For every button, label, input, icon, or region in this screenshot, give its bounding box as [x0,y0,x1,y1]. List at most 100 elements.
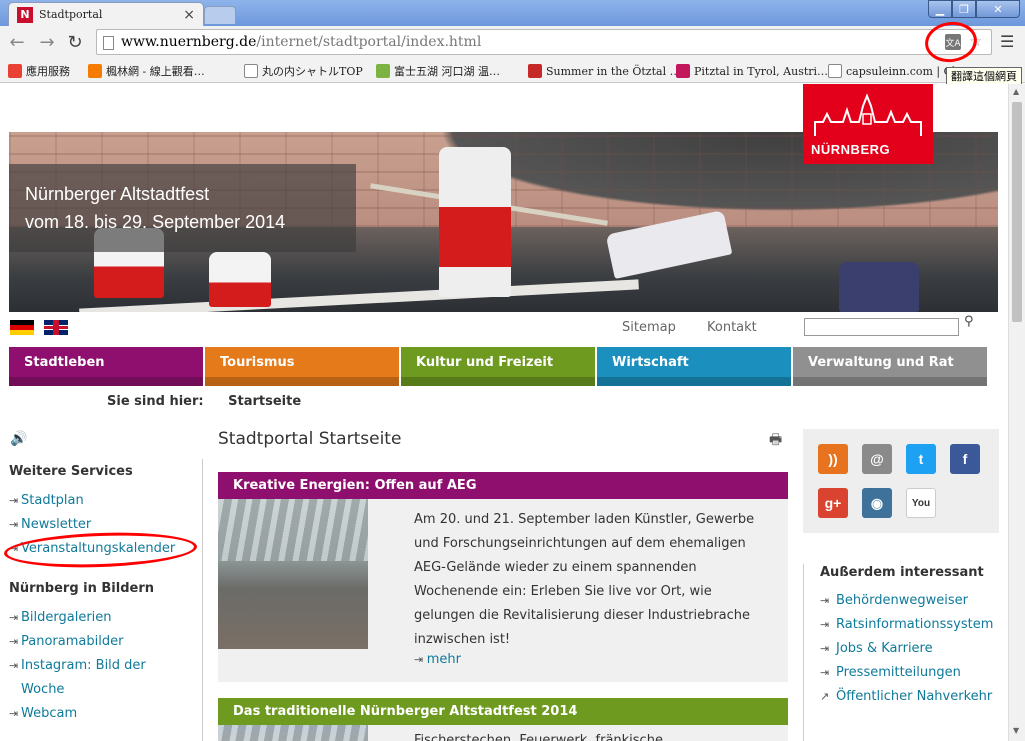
facebook-icon[interactable]: f [950,444,980,474]
bookmark-item[interactable]: Summer in the Ötztal … [528,62,681,80]
scrollbar-thumb[interactable] [1012,102,1022,322]
window-close-button[interactable]: ✕ [976,0,1020,18]
new-tab-button[interactable] [204,6,236,24]
nav-stadtleben[interactable]: Stadtleben [9,347,203,386]
sitemap-link[interactable]: Sitemap [622,320,676,335]
page-viewport: Nürnberger Altstadtfest vom 18. bis 29. … [0,84,1008,741]
uk-flag-icon[interactable] [44,320,68,335]
youtube-icon[interactable]: You [906,488,936,518]
nav-label: Wirtschaft [612,355,689,370]
bookmark-item[interactable]: Pitztal in Tyrol, Austri… [676,62,828,80]
link-bildergalerien[interactable]: ⇥ Bildergalerien [9,606,112,630]
search-icon[interactable]: ⚲ [964,314,974,329]
url-text[interactable]: www.nuernberg.de/internet/stadtportal/in… [121,34,481,50]
newsletter-icon[interactable]: @ [862,444,892,474]
article-image[interactable] [218,725,368,741]
apps-grid-icon [8,64,22,78]
breadcrumb-current[interactable]: Startseite [228,394,301,409]
article-line: AEG-Gelände wieder zu einem spannenden [414,560,697,575]
speaker-icon[interactable]: 🔊 [10,431,27,447]
bookmark-item[interactable]: capsuleinn.com | Cl [828,62,956,80]
nav-kultur-und-freizeit[interactable]: Kultur und Freizeit [401,347,595,386]
rss-icon[interactable]: )) [818,444,848,474]
page-icon [103,36,114,50]
tab-close-icon[interactable]: × [183,7,195,23]
link-label: Webcam [21,706,78,721]
page-icon [828,64,842,78]
link-stadtplan[interactable]: ⇥ Stadtplan [9,489,84,513]
breadcrumb: Sie sind hier: Startseite [107,394,301,409]
link-behoerdenwegweiser[interactable]: ⇥ Behördenwegweiser [820,593,968,608]
bookmark-item[interactable]: 應用服務 [8,62,70,80]
hero-caption[interactable]: Nürnberger Altstadtfest vom 18. bis 29. … [9,164,356,252]
link-pressemitteilungen[interactable]: ⇥ Pressemitteilungen [820,665,961,680]
article-line: gelungen die Revitalisierung dieser Indu… [414,608,751,623]
reload-icon[interactable]: ↻ [64,31,86,53]
link-jobs-karriere[interactable]: ⇥ Jobs & Karriere [820,641,933,656]
link-arrow-icon: ⇥ [9,518,19,531]
nuernberg-logo[interactable]: NÜRNBERG [803,84,933,164]
nav-verwaltung-und-rat[interactable]: Verwaltung und Rat [793,347,987,386]
article-teaser: Am 20. und 21. September laden Künstler,… [414,508,774,667]
article-card: Kreative Energien: Offen auf AEG Am 20. … [218,472,788,682]
link-label: Bildergalerien [21,610,112,625]
bookmark-item[interactable]: 楓林網 - 線上觀看… [88,62,205,80]
link-label: Woche [21,682,65,697]
link-nahverkehr[interactable]: ↗ Öffentlicher Nahverkehr [820,689,992,704]
link-label: Instagram: Bild der [21,658,146,673]
vertical-scrollbar[interactable]: ▲ ▼ [1008,84,1025,741]
article-line: Wochenende ein: Erleben Sie live vor Ort… [414,584,712,599]
scroll-up-arrow-icon[interactable]: ▲ [1013,87,1019,96]
frog-icon [376,64,390,78]
link-arrow-icon: ⇥ [820,666,830,679]
link-label: Veranstaltungskalender [21,541,176,556]
address-bar[interactable]: www.nuernberg.de/internet/stadtportal/in… [96,29,992,55]
scroll-down-arrow-icon[interactable]: ▼ [1013,726,1019,735]
window-minimize-button[interactable]: ▁ [928,0,952,18]
article-title[interactable]: Das traditionelle Nürnberger Altstadtfes… [218,698,788,725]
more-link[interactable]: ⇥ mehr [414,652,774,667]
bookmarks-bar: 應用服務 楓林網 - 線上觀看… 丸の内シャトルTOP 富士五湖 河口湖 温… Summ… [0,58,1025,83]
bookmark-item[interactable]: 富士五湖 河口湖 温… [376,62,500,80]
link-instagram[interactable]: ⇥ Instagram: Bild der Woche [9,654,146,702]
bookmark-label: 應用服務 [26,65,70,78]
translate-icon[interactable]: 文A [945,34,961,50]
chrome-menu-icon[interactable]: ☰ [1000,32,1014,51]
nav-label: Tourismus [220,355,295,370]
link-panoramabilder[interactable]: ⇥ Panoramabilder [9,630,123,654]
link-arrow-icon: ⇥ [820,594,830,607]
link-ratsinformationssystem[interactable]: ⇥ Ratsinformationssystem [820,617,993,632]
article-line: und Forschungseinrichtungen auf dem ehem… [414,536,746,551]
hero-person [439,147,511,297]
right-heading: Außerdem interessant [820,565,984,580]
instagram-icon[interactable]: ◉ [862,488,892,518]
article-title[interactable]: Kreative Energien: Offen auf AEG [218,472,788,499]
nav-label: Stadtleben [24,355,105,370]
nav-tourismus[interactable]: Tourismus [205,347,399,386]
window-restore-button[interactable]: ❐ [952,0,976,18]
link-veranstaltungskalender[interactable]: ⇥ Veranstaltungskalender [9,537,175,561]
bookmark-star-icon[interactable]: ☆ [969,32,982,50]
bookmark-item[interactable]: 丸の内シャトルTOP [244,62,363,80]
back-arrow-icon[interactable]: ← [6,31,28,53]
logo-text: NÜRNBERG [811,142,891,157]
link-arrow-icon: ⇥ [9,635,19,648]
nav-wirtschaft[interactable]: Wirtschaft [597,347,791,386]
link-arrow-icon: ⇥ [820,618,830,631]
contact-link[interactable]: Kontakt [707,320,757,335]
bookmark-label: capsuleinn.com | Cl [846,64,956,78]
forward-arrow-icon[interactable]: → [36,31,58,53]
article-image[interactable] [218,499,368,649]
german-flag-icon[interactable] [10,320,34,335]
article-line: Fischerstechen, Feuerwerk, fränkische [414,733,663,741]
link-webcam[interactable]: ⇥ Webcam [9,702,77,726]
link-arrow-icon: ⇥ [9,707,19,720]
google-plus-icon[interactable]: g+ [818,488,848,518]
link-arrow-icon: ⇥ [9,659,19,672]
link-label: Öffentlicher Nahverkehr [836,689,993,704]
search-input[interactable] [804,318,959,336]
print-icon[interactable]: 🖶 [769,429,782,453]
link-newsletter[interactable]: ⇥ Newsletter [9,513,91,537]
twitter-icon[interactable]: t [906,444,936,474]
browser-tab-stadtportal[interactable]: N Stadtportal × [8,2,204,26]
